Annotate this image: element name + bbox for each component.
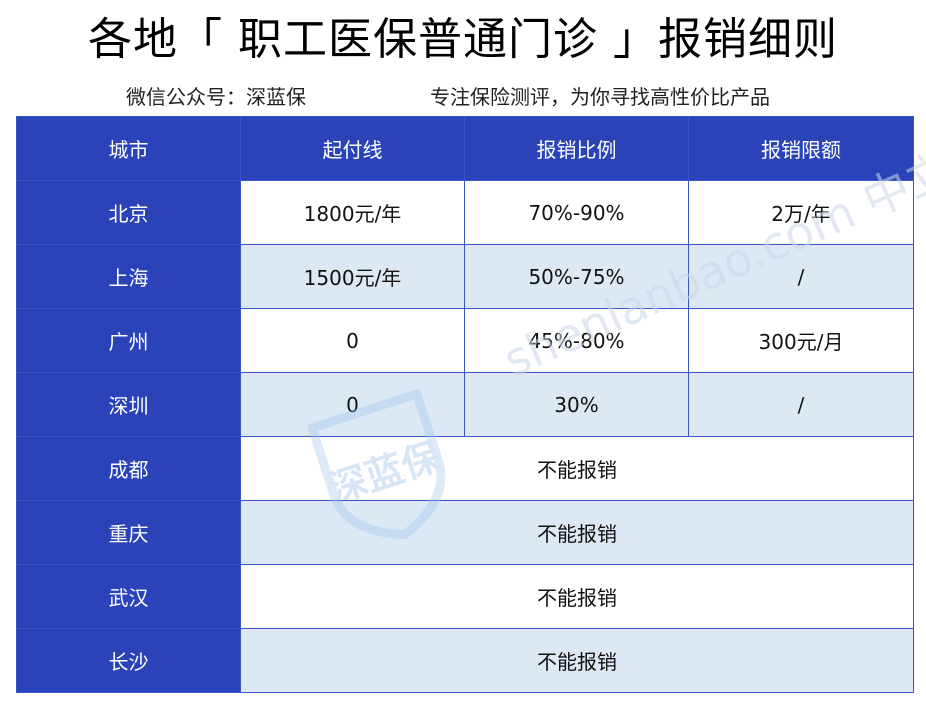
row-limit: 2万/年 — [688, 180, 914, 245]
table-row: 长沙 不能报销 — [16, 628, 914, 693]
row-ratio: 50%-75% — [464, 244, 689, 309]
row-city: 武汉 — [16, 564, 241, 629]
row-limit: / — [688, 372, 914, 437]
not-reimbursable-cell: 不能报销 — [240, 436, 914, 501]
table-row: 成都 不能报销 — [16, 436, 914, 501]
row-city: 上海 — [16, 244, 241, 309]
table-row: 北京 1800元/年 70%-90% 2万/年 — [16, 180, 914, 245]
row-city: 成都 — [16, 436, 241, 501]
not-reimbursable-cell: 不能报销 — [240, 500, 914, 565]
row-threshold: 1800元/年 — [240, 180, 465, 245]
row-city: 深圳 — [16, 372, 241, 437]
subtitle-slogan: 专注保险测评，为你寻找高性价比产品 — [430, 85, 770, 109]
row-limit: 300元/月 — [688, 308, 914, 373]
not-reimbursable-cell: 不能报销 — [240, 564, 914, 629]
header-limit: 报销限额 — [688, 116, 914, 181]
subtitle-wechat: 微信公众号：深蓝保 — [126, 85, 306, 109]
table-row: 上海 1500元/年 50%-75% / — [16, 244, 914, 309]
reimbursement-table: 城市 起付线 报销比例 报销限额 北京 1800元/年 70%-90% 2万/年… — [16, 116, 914, 693]
header-city: 城市 — [16, 116, 241, 181]
row-ratio: 70%-90% — [464, 180, 689, 245]
page-title: 各地「 职工医保普通门诊 」报销细则 — [88, 14, 838, 65]
row-city: 重庆 — [16, 500, 241, 565]
table-row: 广州 0 45%-80% 300元/月 — [16, 308, 914, 373]
row-city: 广州 — [16, 308, 241, 373]
table-row: 深圳 0 30% / — [16, 372, 914, 437]
row-threshold: 0 — [240, 372, 465, 437]
row-ratio: 45%-80% — [464, 308, 689, 373]
row-limit: / — [688, 244, 914, 309]
row-ratio: 30% — [464, 372, 689, 437]
not-reimbursable-cell: 不能报销 — [240, 628, 914, 693]
table-row: 重庆 不能报销 — [16, 500, 914, 565]
table-row: 武汉 不能报销 — [16, 564, 914, 629]
row-city: 北京 — [16, 180, 241, 245]
row-city: 长沙 — [16, 628, 241, 693]
row-threshold: 0 — [240, 308, 465, 373]
header-ratio: 报销比例 — [464, 116, 689, 181]
table-header-row: 城市 起付线 报销比例 报销限额 — [16, 116, 914, 181]
row-threshold: 1500元/年 — [240, 244, 465, 309]
header-threshold: 起付线 — [240, 116, 465, 181]
